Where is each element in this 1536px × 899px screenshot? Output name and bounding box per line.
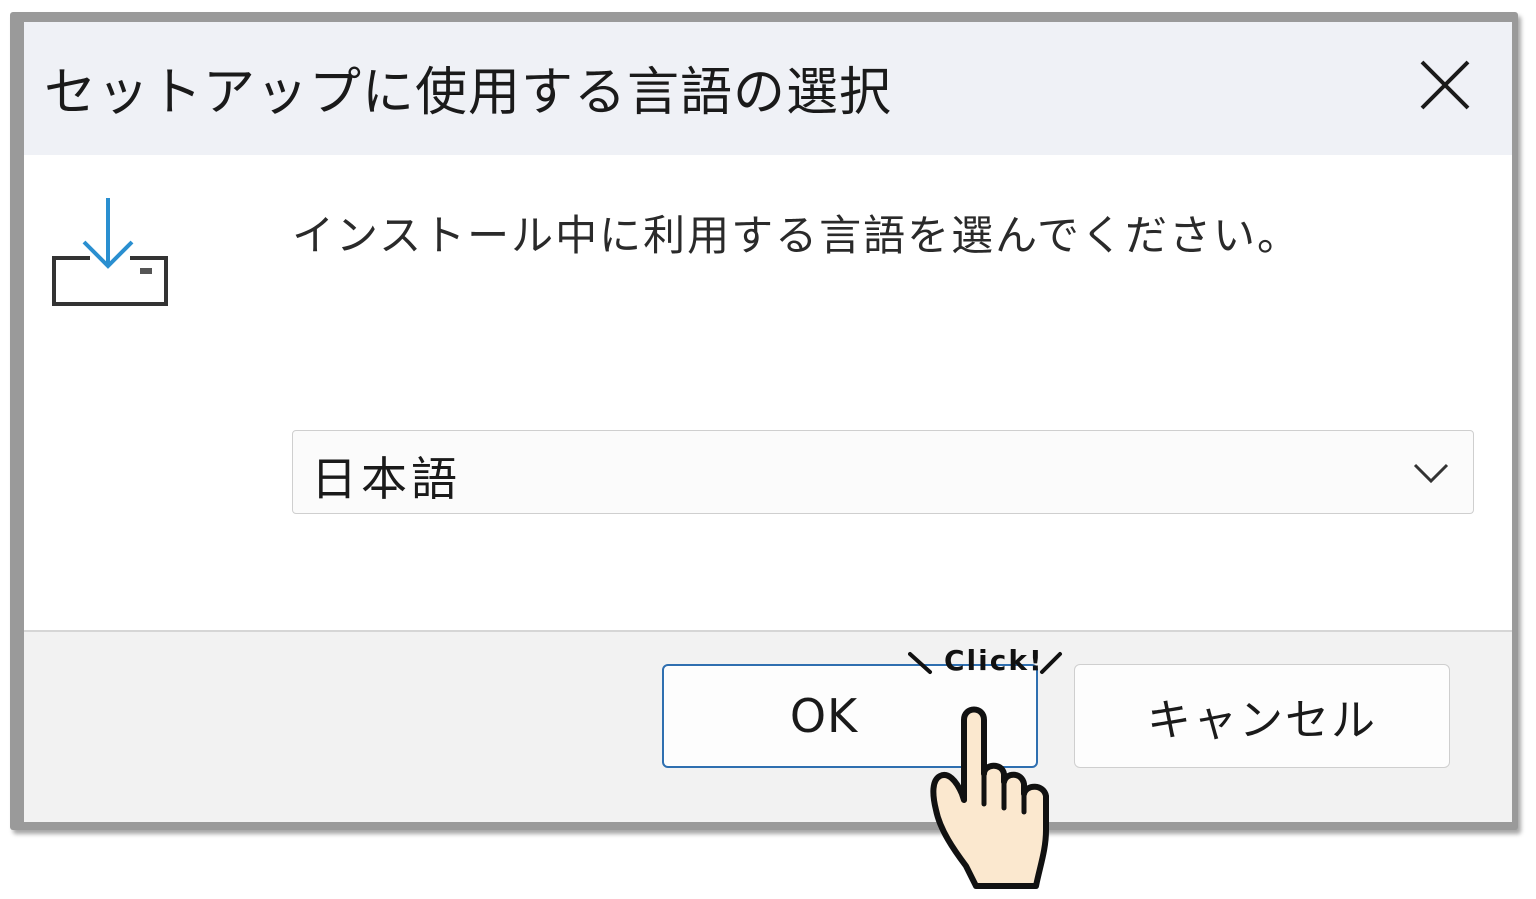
click-annotation: Click!: [908, 640, 1068, 680]
dialog-title: セットアップに使用する言語の選択: [44, 63, 893, 123]
pointing-hand-icon: [930, 706, 1049, 889]
title-bar: セットアップに使用する言語の選択: [24, 22, 1512, 155]
close-icon: [1420, 60, 1470, 110]
click-text: Click!: [944, 644, 1044, 677]
close-button[interactable]: [1400, 40, 1490, 130]
download-tray-icon: [52, 198, 168, 306]
cancel-button-label: キャンセル: [1147, 695, 1377, 746]
instruction-text: インストール中に利用する言語を選んでください。: [292, 211, 1302, 260]
chevron-down-icon: [1413, 463, 1449, 484]
language-dropdown[interactable]: 日本語: [292, 430, 1474, 514]
cancel-button[interactable]: キャンセル: [1074, 664, 1450, 768]
selected-language: 日本語: [311, 452, 461, 506]
ok-button-label: OK: [789, 689, 859, 743]
